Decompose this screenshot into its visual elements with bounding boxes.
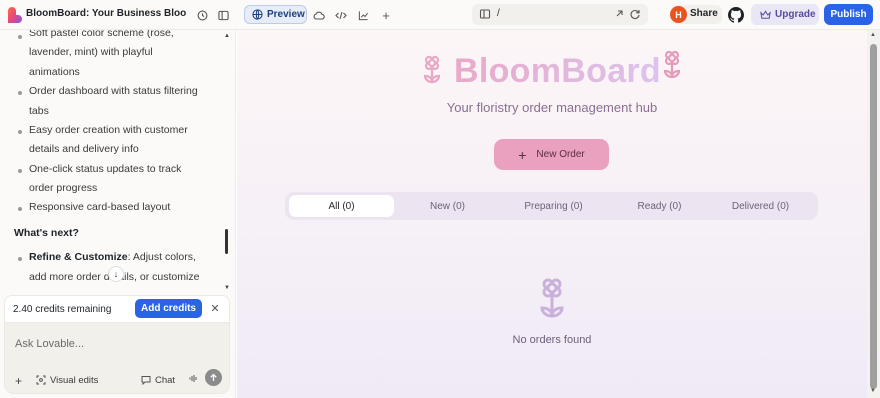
tab-new[interactable]: New (0) xyxy=(395,195,500,217)
avatar[interactable]: H xyxy=(670,6,687,23)
ask-input[interactable]: Ask Lovable... xyxy=(15,338,84,350)
flower-icon xyxy=(663,50,681,79)
arrow-up-icon xyxy=(210,373,217,381)
chat-mode-button[interactable]: Chat xyxy=(141,372,175,388)
top-bar: BloomBoard: Your Business Bloom Tr Previ… xyxy=(0,0,880,30)
preview-scrollbar[interactable]: ▲ ▼ xyxy=(867,30,880,398)
add-icon[interactable]: + xyxy=(378,7,394,23)
feature-line: Easy order creation with customer xyxy=(29,124,188,136)
chat-history[interactable]: Soft pastel color scheme (rose, lavender… xyxy=(0,30,224,292)
tab-preparing[interactable]: Preparing (0) xyxy=(501,195,606,217)
tab-delivered[interactable]: Delivered (0) xyxy=(708,195,813,217)
plus-icon: + xyxy=(518,146,527,163)
chat-scrollbar-thumb[interactable] xyxy=(225,229,228,254)
refresh-icon[interactable] xyxy=(629,8,641,20)
share-label: Share xyxy=(690,8,718,19)
upgrade-label: Upgrade xyxy=(775,9,816,20)
new-order-label: New Order xyxy=(536,149,585,160)
status-filter-tabs: All (0) New (0) Preparing (0) Ready (0) … xyxy=(285,192,818,220)
next-item-bold: Refine & Customize xyxy=(29,251,128,263)
credits-remaining: 2.40 credits remaining xyxy=(13,304,112,315)
chat-bubble-icon xyxy=(141,376,151,385)
preview-scrollbar-thumb[interactable] xyxy=(870,44,877,389)
feature-line: One-click status updates to track xyxy=(29,163,182,175)
code-icon[interactable] xyxy=(333,7,349,23)
bullet xyxy=(18,207,22,211)
voice-icon[interactable] xyxy=(189,374,198,385)
feature-line: tabs xyxy=(29,105,49,117)
scroll-down-arrow-icon[interactable]: ▼ xyxy=(870,388,876,394)
feature-line: details and delivery info xyxy=(29,143,139,155)
globe-icon xyxy=(252,9,263,20)
bullet xyxy=(18,91,22,95)
next-line: Refine & Customize: Adjust colors, xyxy=(29,251,196,263)
credits-banner: 2.40 credits remaining Add credits ✕ xyxy=(4,295,230,323)
tab-all[interactable]: All (0) xyxy=(289,195,394,217)
flower-icon xyxy=(423,55,441,84)
chat-panel: Soft pastel color scheme (rose, lavender… xyxy=(0,30,236,398)
preview-label: Preview xyxy=(267,9,305,20)
url-bar[interactable]: / xyxy=(472,4,648,25)
publish-button[interactable]: Publish xyxy=(824,4,873,25)
page-icon xyxy=(479,9,491,19)
sidebar-toggle-icon[interactable] xyxy=(215,7,231,23)
bullet xyxy=(18,35,22,39)
tagline: Your floristry order management hub xyxy=(446,100,658,115)
chat-label: Chat xyxy=(155,374,176,386)
preview-button[interactable]: Preview xyxy=(244,5,307,24)
arrow-down-icon: ↓ xyxy=(113,269,119,279)
bullet xyxy=(18,169,22,173)
empty-flower-icon xyxy=(540,278,564,318)
visual-edits-icon xyxy=(36,375,46,385)
empty-state-text: No orders found xyxy=(512,334,592,346)
add-credits-button[interactable]: Add credits xyxy=(135,299,202,318)
share-button[interactable]: H Share xyxy=(670,5,722,24)
open-external-icon[interactable] xyxy=(613,8,625,20)
new-order-button[interactable]: + New Order xyxy=(494,139,609,170)
brand-title: BloomBoard xyxy=(454,52,661,90)
scroll-down-arrow-icon[interactable]: ▼ xyxy=(224,285,230,291)
scroll-up-arrow-icon[interactable]: ▲ xyxy=(224,33,230,39)
whats-next-heading: What's next? xyxy=(14,227,79,239)
feature-line: Responsive card-based layout xyxy=(29,201,171,213)
lovable-logo-icon[interactable] xyxy=(8,7,22,23)
upgrade-button[interactable]: Upgrade xyxy=(751,4,819,25)
feature-line: Soft pastel color scheme (rose, xyxy=(29,30,174,39)
app-preview: BloomBoard Your floristry order manageme… xyxy=(237,30,867,398)
crown-icon xyxy=(760,9,771,19)
tab-ready[interactable]: Ready (0) xyxy=(607,195,712,217)
send-button[interactable] xyxy=(205,369,222,386)
scroll-to-bottom-button[interactable]: ↓ xyxy=(108,266,124,282)
visual-edits-label: Visual edits xyxy=(50,374,99,386)
bullet xyxy=(18,130,22,134)
history-icon[interactable] xyxy=(194,7,210,23)
analytics-icon[interactable] xyxy=(355,7,371,23)
feature-line: order progress xyxy=(29,182,98,194)
scroll-up-arrow-icon[interactable]: ▲ xyxy=(870,32,876,38)
next-item-rest: : Adjust colors, xyxy=(127,251,196,263)
feature-line: Order dashboard with status filtering xyxy=(29,85,198,97)
bullet xyxy=(18,257,22,261)
url-path[interactable]: / xyxy=(497,8,500,19)
feature-line: animations xyxy=(29,66,80,78)
attach-plus-icon[interactable]: + xyxy=(15,374,22,388)
project-title[interactable]: BloomBoard: Your Business Bloom Tr xyxy=(26,8,186,19)
github-icon[interactable] xyxy=(728,7,744,23)
hero-header: BloomBoard xyxy=(237,48,867,98)
visual-edits-button[interactable]: Visual edits xyxy=(36,372,98,388)
feature-line: lavender, mint) with playful xyxy=(29,46,153,58)
close-icon[interactable]: ✕ xyxy=(209,301,221,315)
chat-composer: Ask Lovable... + Visual edits Chat xyxy=(4,323,230,394)
cloud-icon[interactable] xyxy=(311,7,327,23)
